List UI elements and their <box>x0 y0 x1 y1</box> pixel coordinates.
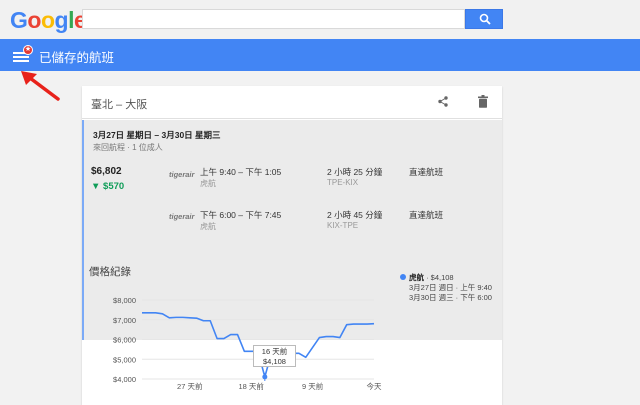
legend-dot-icon <box>400 274 406 280</box>
logo-letter: o <box>27 7 41 33</box>
leg-time: 上午 9:40 – 下午 1:05 <box>200 167 282 177</box>
x-tick-label: 今天 <box>367 381 382 391</box>
search-input[interactable] <box>82 9 465 29</box>
leg-time: 下午 6:00 – 下午 7:45 <box>200 210 282 220</box>
trash-icon[interactable] <box>478 95 488 108</box>
leg-airports: KIX-TPE <box>327 221 359 230</box>
chart-legend: 虎航 · $4,108 3月27日 週日 · 上午 9:40 3月30日 週三 … <box>400 273 500 303</box>
legend-outbound: 3月27日 週日 · 上午 9:40 <box>409 283 492 292</box>
tooltip-days: 16 天前 <box>261 347 288 356</box>
share-icon[interactable] <box>438 96 448 107</box>
card-header: 臺北 – 大阪 <box>82 86 502 119</box>
airline-logo: tigerair <box>169 170 195 179</box>
saved-flights-bar: ★ 已儲存的航班 <box>0 39 640 71</box>
x-tick-label: 18 天前 <box>238 381 264 391</box>
leg-duration: 2 小時 25 分鐘 <box>327 167 383 177</box>
trip-price: $6,802 <box>91 166 122 177</box>
leg-stops: 直達航班 <box>409 167 444 177</box>
chart-tooltip: 16 天前 $4,108 <box>253 345 296 367</box>
airline-logo: tigerair <box>169 212 195 221</box>
legend-return: 3月30日 週三 · 下午 6:00 <box>409 293 492 302</box>
page-title: 已儲存的航班 <box>39 51 115 65</box>
logo-letter: G <box>10 7 28 33</box>
price-drop: ▼ $570 <box>91 181 125 192</box>
highlight-point <box>262 374 268 380</box>
leg-carrier: 虎航 <box>200 179 216 188</box>
price-history-chart[interactable]: $8,000 $7,000 $6,000 $5,000 $4,000 27 天前 18 天前… <box>82 276 392 405</box>
logo-letter: g <box>54 7 69 33</box>
top-bar: Google <box>0 0 640 39</box>
logo-letter: o <box>40 7 55 33</box>
tooltip-price: $4,108 <box>263 357 286 366</box>
search-icon <box>479 13 491 25</box>
y-tick-label: $7,000 <box>113 316 136 325</box>
x-tick-label: 27 天前 <box>177 381 203 391</box>
trip-info: 來回航程 · 1 位成人 <box>93 143 163 152</box>
annotation-arrow-icon <box>21 71 60 101</box>
trip-dates: 3月27日 星期日 – 3月30日 星期三 <box>93 130 221 140</box>
legend-airline: 虎航 <box>409 273 424 282</box>
y-tick-label: $6,000 <box>113 336 136 345</box>
google-logo[interactable]: Google <box>10 7 87 34</box>
menu-icon[interactable]: ★ <box>13 45 33 62</box>
leg-carrier: 虎航 <box>200 222 216 231</box>
star-badge-icon: ★ <box>23 45 33 55</box>
route-title[interactable]: 臺北 – 大阪 <box>91 96 147 112</box>
leg-stops: 直達航班 <box>409 210 444 220</box>
y-tick-label: $8,000 <box>113 296 136 305</box>
leg-duration: 2 小時 45 分鐘 <box>327 210 383 220</box>
legend-price: · $4,108 <box>424 273 454 282</box>
y-tick-label: $5,000 <box>113 355 136 364</box>
search-button[interactable] <box>465 9 503 29</box>
y-tick-label: $4,000 <box>113 375 136 384</box>
leg-airports: TPE-KIX <box>327 178 359 187</box>
x-tick-label: 9 天前 <box>302 381 324 391</box>
